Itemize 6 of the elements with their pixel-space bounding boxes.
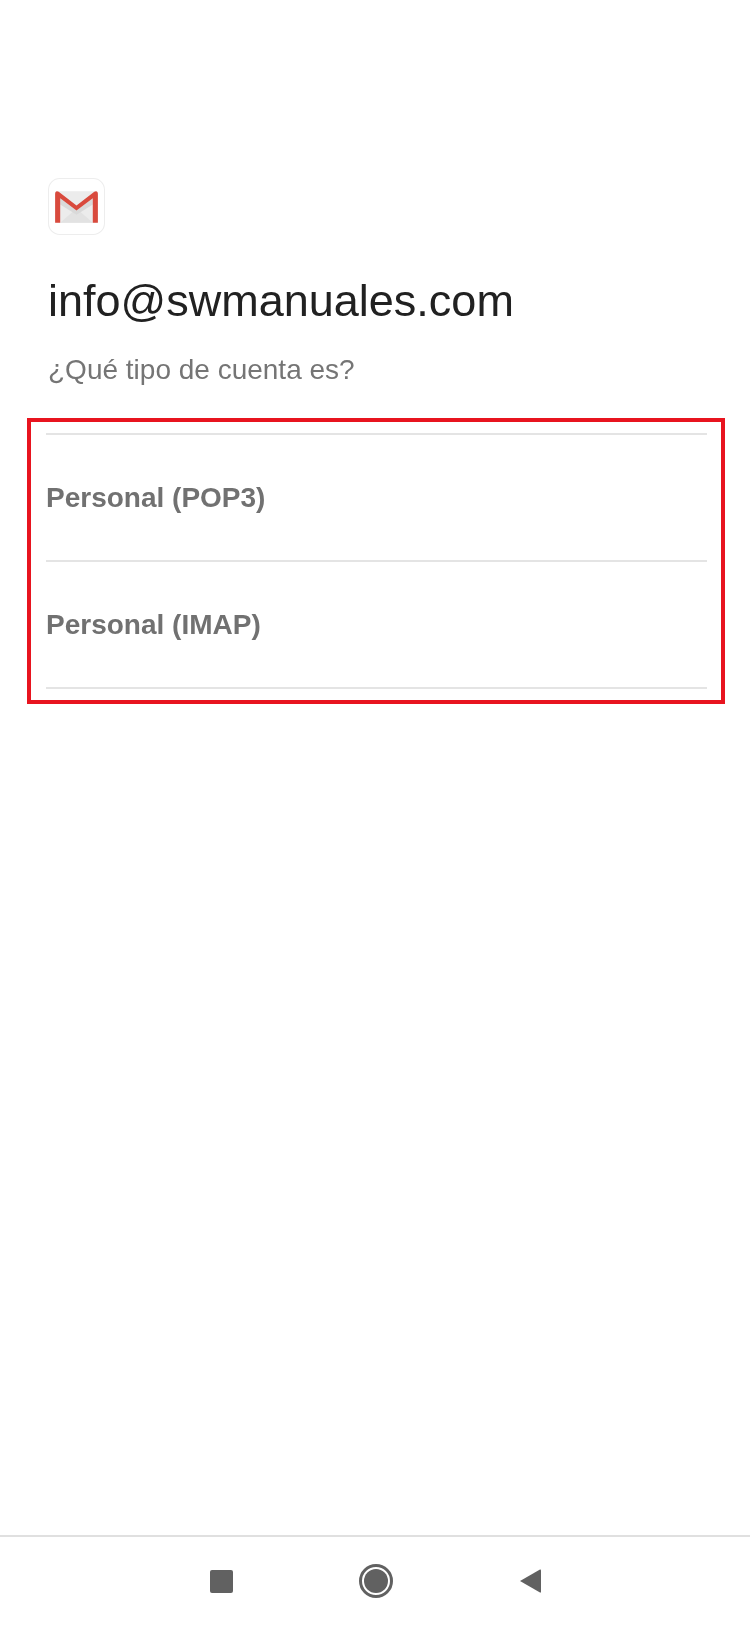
account-type-question: ¿Qué tipo de cuenta es? xyxy=(48,353,356,387)
account-email: info@swmanuales.com xyxy=(48,274,515,328)
back-icon[interactable] xyxy=(518,1569,541,1593)
home-icon[interactable] xyxy=(358,1564,393,1598)
square-icon[interactable] xyxy=(209,1569,233,1593)
mail-logo-icon xyxy=(48,178,105,235)
